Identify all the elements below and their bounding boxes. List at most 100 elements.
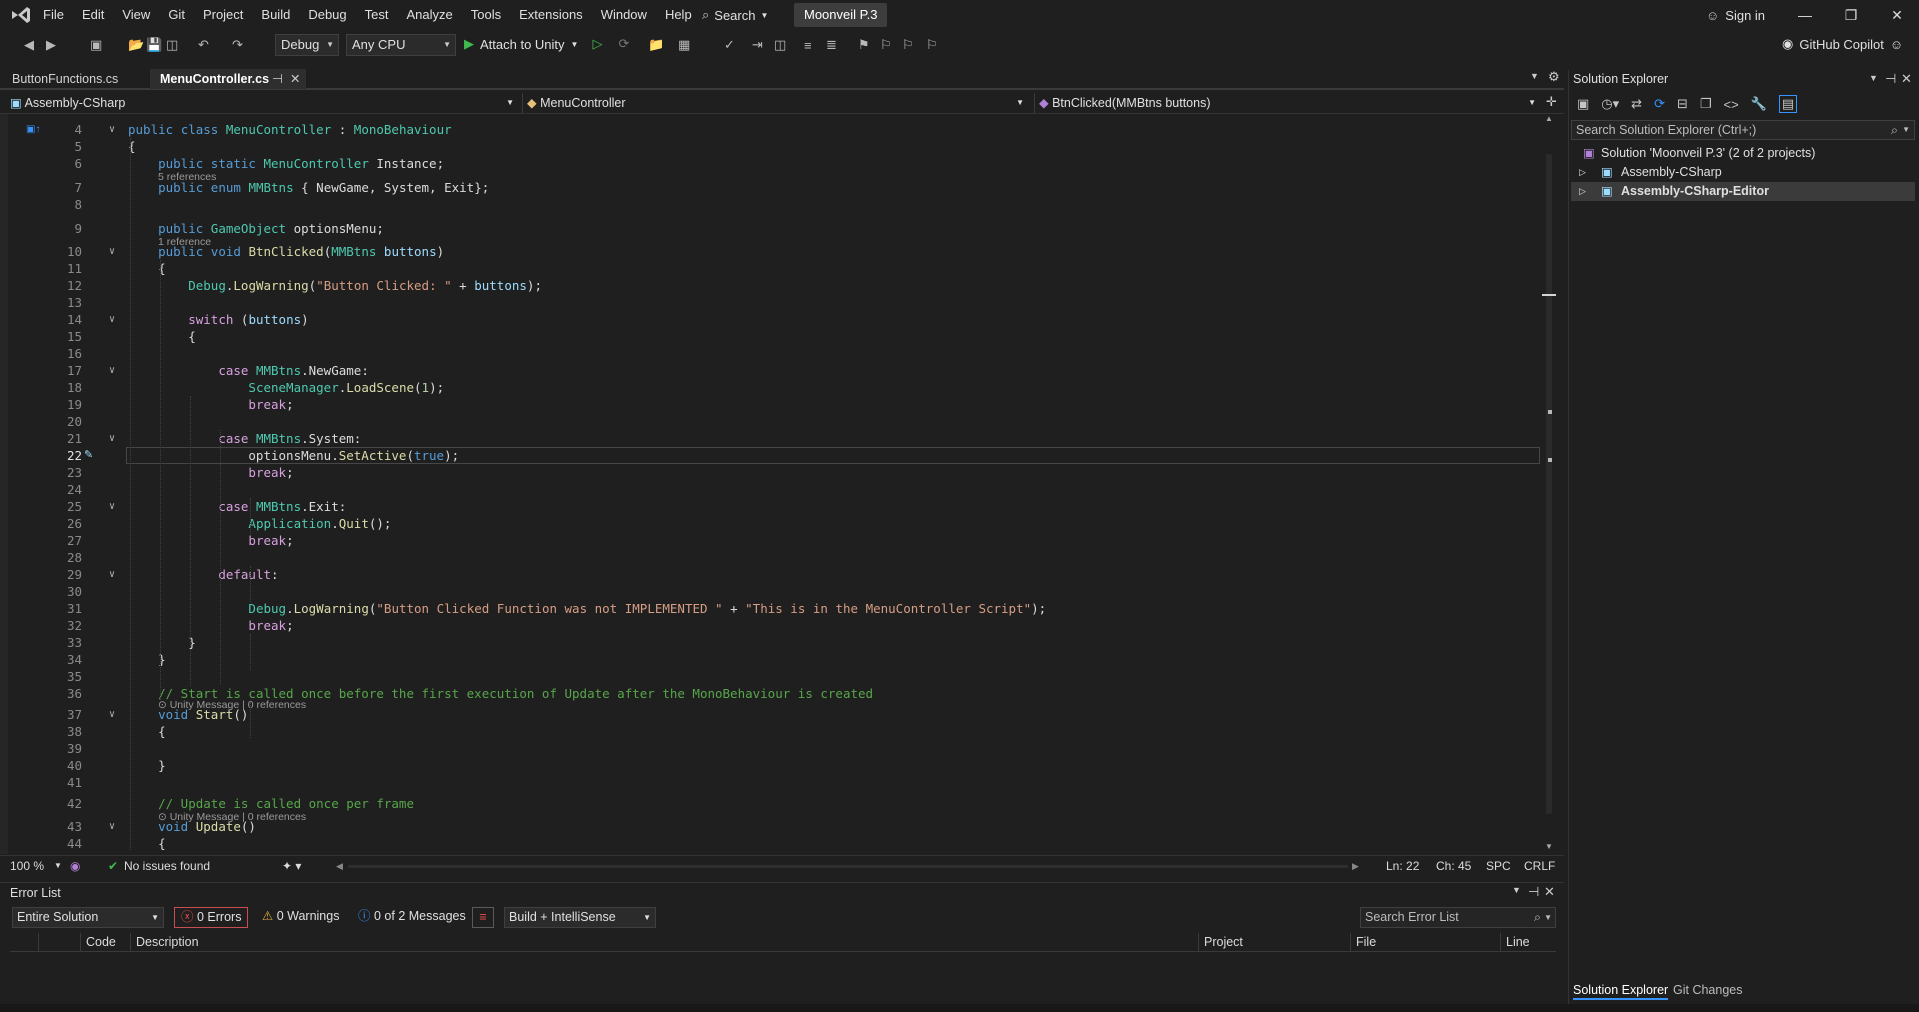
properties-icon[interactable]: 🔧 bbox=[1751, 96, 1767, 112]
pin-icon[interactable]: ⊣ bbox=[1885, 71, 1896, 87]
navigate-forward-icon[interactable]: ▶ bbox=[46, 36, 56, 54]
code-line[interactable]: 21 ∨ case MMBtns.System: bbox=[0, 430, 1540, 447]
code-line[interactable]: 9 public GameObject optionsMenu; bbox=[0, 220, 1540, 237]
tab-solution-explorer[interactable]: Solution Explorer bbox=[1573, 980, 1669, 1000]
pin-icon[interactable]: ⊣ bbox=[1528, 884, 1539, 900]
code-line[interactable]: 44 { bbox=[0, 835, 1540, 852]
fold-toggle-icon[interactable]: ∨ bbox=[106, 433, 118, 445]
error-search-input[interactable]: Search Error List ⌕ ▼ bbox=[1360, 907, 1556, 928]
visual-studio-logo-icon[interactable] bbox=[10, 5, 32, 25]
code-line[interactable]: 5{ bbox=[0, 138, 1540, 155]
next-bookmark-icon[interactable]: ⚐ bbox=[902, 36, 914, 54]
step-icon[interactable]: ⇥ bbox=[752, 36, 763, 54]
tree-project-assembly-csharp[interactable]: ▷ ▣ Assembly-CSharp bbox=[1571, 163, 1915, 182]
code-line[interactable]: 13 bbox=[0, 294, 1540, 311]
solution-search-input[interactable]: Search Solution Explorer (Ctrl+;) ⌕ ▼ bbox=[1571, 120, 1915, 140]
outdent-icon[interactable]: ≣ bbox=[826, 36, 837, 54]
code-line[interactable]: 16 bbox=[0, 345, 1540, 362]
settings-icon[interactable]: ⚙ bbox=[1548, 69, 1560, 85]
issues-status[interactable]: No issues found bbox=[124, 856, 210, 876]
codelens-hint[interactable]: 1 reference bbox=[158, 236, 211, 249]
tab-buttonfunctions[interactable]: ButtonFunctions.cs bbox=[2, 69, 128, 89]
code-line[interactable]: 12 Debug.LogWarning("Button Clicked: " +… bbox=[0, 277, 1540, 294]
hot-reload-icon[interactable]: ⟳ bbox=[618, 36, 629, 52]
clear-bookmarks-icon[interactable]: ⚐ bbox=[926, 36, 938, 54]
expand-arrow-icon[interactable]: ▷ bbox=[1579, 163, 1586, 182]
fold-toggle-icon[interactable]: ∨ bbox=[106, 314, 118, 326]
start-without-debugging-icon[interactable]: ▷ bbox=[592, 36, 602, 52]
indent-icon[interactable]: ≡ bbox=[804, 36, 812, 54]
show-all-files-icon[interactable]: ❐ bbox=[1700, 96, 1712, 112]
switch-views-icon[interactable]: ▣ bbox=[1577, 96, 1589, 112]
fold-toggle-icon[interactable]: ∨ bbox=[106, 246, 118, 258]
menu-test[interactable]: Test bbox=[356, 0, 398, 30]
open-file-icon[interactable]: 📂 bbox=[128, 36, 144, 54]
prev-bookmark-icon[interactable]: ⚐ bbox=[880, 36, 892, 54]
fold-toggle-icon[interactable]: ∨ bbox=[106, 569, 118, 581]
tab-menucontroller[interactable]: MenuController.cs ⊣ ✕ bbox=[150, 69, 306, 89]
unity-class-icon[interactable]: ▣↑ bbox=[26, 121, 40, 138]
code-line[interactable]: 24 bbox=[0, 481, 1540, 498]
code-line[interactable]: 41 bbox=[0, 774, 1540, 791]
code-line[interactable]: 25 ∨ case MMBtns.Exit: bbox=[0, 498, 1540, 515]
code-line[interactable]: 6 public static MenuController Instance; bbox=[0, 155, 1540, 172]
pending-changes-filter-icon[interactable]: ◷▾ bbox=[1601, 96, 1619, 112]
restore-button[interactable]: ❐ bbox=[1828, 0, 1874, 30]
bookmark-icon[interactable]: ⚑ bbox=[858, 36, 870, 54]
code-line[interactable]: 29 ∨ default: bbox=[0, 566, 1540, 583]
menu-help[interactable]: Help bbox=[656, 0, 701, 30]
code-line[interactable]: 39 bbox=[0, 740, 1540, 757]
code-line[interactable]: 10 ∨ public void BtnClicked(MMBtns button… bbox=[0, 243, 1540, 260]
tab-git-changes[interactable]: Git Changes bbox=[1673, 980, 1742, 1000]
code-line[interactable]: 35 bbox=[0, 668, 1540, 685]
breakpoints-icon[interactable]: ◫ bbox=[774, 36, 786, 54]
zoom-level[interactable]: 100 % bbox=[10, 856, 44, 876]
menu-edit[interactable]: Edit bbox=[73, 0, 113, 30]
undo-icon[interactable]: ↶ bbox=[198, 36, 209, 54]
filter-icon[interactable]: ≡ bbox=[472, 907, 494, 928]
menu-analyze[interactable]: Analyze bbox=[397, 0, 461, 30]
menu-tools[interactable]: Tools bbox=[462, 0, 510, 30]
type-dropdown[interactable]: ◆ MenuController ▼ bbox=[522, 93, 1026, 113]
code-line[interactable]: 4 ∨ public class MenuController : MonoBeha… bbox=[0, 121, 1540, 138]
code-cleanup-icon[interactable]: ✦ ▾ bbox=[282, 856, 301, 876]
menu-file[interactable]: File bbox=[34, 0, 73, 30]
build-filter-select[interactable]: Build + IntelliSense ▼ bbox=[504, 907, 656, 928]
new-project-icon[interactable]: ▣ bbox=[90, 36, 102, 54]
attach-to-unity-button[interactable]: ▶ Attach to Unity ▼ ▷ ⟳ bbox=[464, 36, 629, 52]
column-indicator[interactable]: Ch: 45 bbox=[1436, 856, 1471, 876]
tree-solution[interactable]: ▣ Solution 'Moonveil P.3' (2 of 2 projec… bbox=[1571, 144, 1915, 163]
fold-toggle-icon[interactable]: ∨ bbox=[106, 365, 118, 377]
quick-action-icon[interactable]: ✎ bbox=[84, 447, 93, 464]
fold-toggle-icon[interactable]: ∨ bbox=[106, 821, 118, 833]
errors-filter-button[interactable]: ⓧ 0 Errors bbox=[174, 907, 249, 928]
codelens-hint[interactable]: ⊙ Unity Message | 0 references bbox=[158, 811, 306, 824]
horizontal-scrollbar[interactable] bbox=[348, 865, 1348, 868]
menu-extensions[interactable]: Extensions bbox=[510, 0, 592, 30]
layout-icon[interactable]: ▦ bbox=[678, 36, 690, 54]
codelens-hint[interactable]: ⊙ Unity Message | 0 references bbox=[158, 699, 306, 712]
menu-debug[interactable]: Debug bbox=[299, 0, 355, 30]
menu-window[interactable]: Window bbox=[592, 0, 656, 30]
collapse-all-icon[interactable]: ⊟ bbox=[1677, 96, 1688, 112]
column-header-line[interactable]: Line bbox=[1500, 933, 1556, 951]
configuration-select[interactable]: Debug ▼ bbox=[275, 34, 339, 56]
code-line[interactable]: 7 public enum MMBtns { NewGame, System, … bbox=[0, 179, 1540, 196]
code-line[interactable]: 28 bbox=[0, 549, 1540, 566]
fold-toggle-icon[interactable]: ∨ bbox=[106, 501, 118, 513]
folder-icon[interactable]: 📁 bbox=[648, 36, 664, 54]
scroll-right-icon[interactable]: ▶ bbox=[1352, 856, 1359, 876]
column-header-file[interactable]: File bbox=[1350, 933, 1510, 951]
scroll-left-icon[interactable]: ◀ bbox=[336, 856, 343, 876]
copilot-status-icon[interactable]: ◉ bbox=[70, 856, 80, 876]
close-icon[interactable]: ✕ bbox=[1544, 884, 1555, 900]
code-line[interactable]: 11 { bbox=[0, 260, 1540, 277]
line-indicator[interactable]: Ln: 22 bbox=[1386, 856, 1419, 876]
scope-select[interactable]: Entire Solution ▼ bbox=[12, 907, 164, 928]
preview-selected-icon[interactable]: ▤ bbox=[1778, 95, 1798, 113]
column-header-sort[interactable] bbox=[38, 933, 78, 951]
save-icon[interactable]: 💾 bbox=[146, 36, 162, 54]
code-line[interactable]: 31 Debug.LogWarning("Button Clicked Func… bbox=[0, 600, 1540, 617]
fold-toggle-icon[interactable]: ∨ bbox=[106, 124, 118, 136]
code-line[interactable]: 26 Application.Quit(); bbox=[0, 515, 1540, 532]
